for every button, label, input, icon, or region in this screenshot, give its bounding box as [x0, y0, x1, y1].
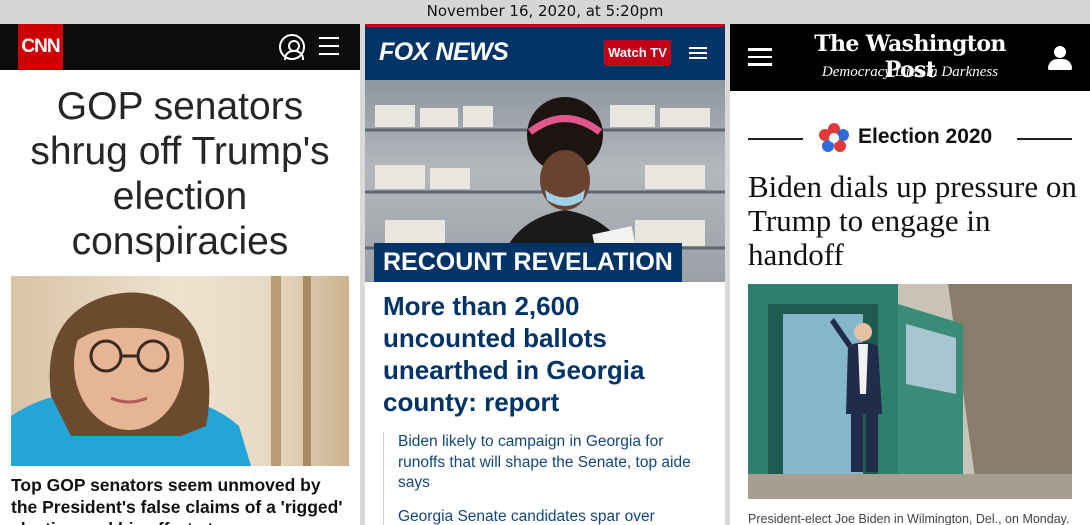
cnn-logo[interactable]: CNN	[18, 24, 63, 70]
related-link[interactable]: Georgia Senate candidates spar over	[398, 507, 713, 525]
biden-doorway-image	[748, 284, 1072, 499]
fox-logo[interactable]: FOX NEWS	[379, 38, 509, 67]
hamburger-menu-icon[interactable]	[319, 37, 339, 55]
fox-related-list: Biden likely to campaign in Georgia for …	[383, 432, 713, 525]
watch-tv-button[interactable]: Watch TV	[604, 40, 671, 66]
divider	[1017, 138, 1072, 140]
divider	[748, 138, 803, 140]
screenshot-timestamp: November 16, 2020, at 5:20pm	[0, 0, 1090, 24]
cnn-lead-photo[interactable]	[11, 276, 349, 466]
user-icon[interactable]	[1048, 46, 1072, 70]
wapo-kicker[interactable]: Election 2020	[858, 125, 992, 149]
fox-header: FOX NEWS Watch TV	[365, 24, 725, 80]
cnn-headline[interactable]: GOP senators shrug off Trump's election …	[8, 84, 352, 264]
user-icon[interactable]	[279, 34, 305, 60]
fox-kicker: RECOUNT REVELATION	[374, 243, 682, 282]
cnn-panel: CNN GOP senators shrug off Trump's elect…	[0, 24, 360, 525]
cnn-caption[interactable]: Top GOP senators seem unmoved by the Pre…	[11, 474, 351, 525]
wapo-headline[interactable]: Biden dials up pressure on Trump to enga…	[748, 170, 1078, 272]
wapo-tagline: Democracy Dies in Darkness	[821, 64, 999, 80]
related-link[interactable]: Biden likely to campaign in Georgia for …	[398, 432, 713, 494]
hamburger-menu-icon[interactable]	[748, 48, 772, 66]
cnn-header: CNN	[0, 24, 360, 70]
wapo-lead-photo[interactable]	[748, 284, 1072, 499]
hamburger-menu-icon[interactable]	[689, 47, 707, 61]
wapo-panel: The Washington Post Democracy Dies in Da…	[730, 24, 1090, 525]
wapo-caption: President-elect Joe Biden in Wilmington,…	[748, 512, 1070, 525]
election-star-icon	[819, 123, 849, 152]
fox-headline[interactable]: More than 2,600 uncounted ballots uneart…	[383, 290, 713, 418]
fox-panel: FOX NEWS Watch TV RECOUNT REVELATION Mor…	[365, 24, 725, 525]
senator-portrait-image	[11, 276, 311, 466]
wapo-header: The Washington Post Democracy Dies in Da…	[730, 24, 1090, 91]
